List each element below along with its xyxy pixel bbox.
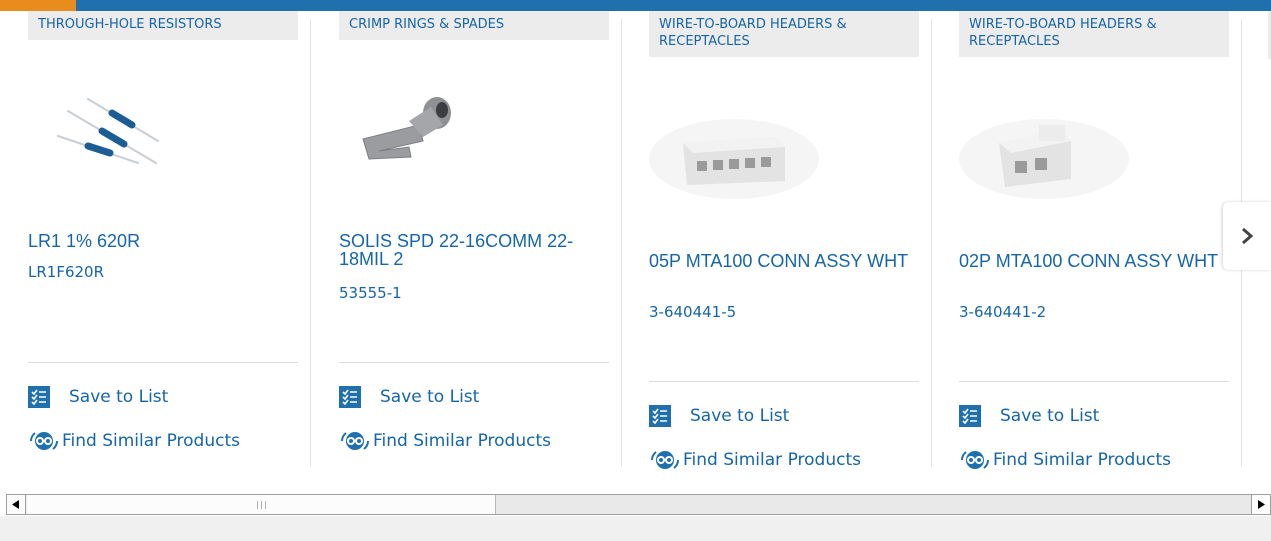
- triangle-left-icon: [12, 500, 19, 509]
- similar-products-icon: [650, 451, 680, 469]
- scrollbar-grip: [256, 500, 266, 509]
- save-to-list-button[interactable]: Save to List: [959, 404, 1099, 428]
- scroll-right-arrow[interactable]: [1251, 495, 1270, 514]
- save-to-list-label: Save to List: [380, 387, 480, 407]
- similar-products-icon: [29, 432, 59, 450]
- product-carousel: THROUGH-HOLE RESISTORS LR1 1% 620R LR1F6…: [0, 11, 1271, 494]
- top-accent-highlight: [0, 0, 76, 11]
- scrollbar-thumb[interactable]: [27, 495, 496, 514]
- product-category[interactable]: CRIMP RINGS & SPADES: [339, 11, 609, 40]
- product-name-link[interactable]: 05P MTA100 CONN ASSY WHT: [649, 252, 919, 270]
- divider: [959, 381, 1229, 382]
- connector-5pos-product-image[interactable]: [649, 97, 919, 217]
- divider: [28, 362, 298, 363]
- product-card: WIRE-TO-BOARD HEADERS & RECEPTACLES 05P …: [621, 11, 932, 471]
- find-similar-label: Find Similar Products: [993, 450, 1171, 470]
- resistor-product-image[interactable]: [28, 81, 298, 201]
- similar-products-icon: [340, 432, 370, 450]
- part-number-link[interactable]: LR1F620R: [28, 263, 104, 281]
- product-card: WIRE-TO-BOARD HEADERS & RECEPTACLES 02P …: [931, 11, 1242, 471]
- similar-products-icon: [960, 451, 990, 469]
- save-to-list-label: Save to List: [69, 387, 169, 407]
- divider: [649, 381, 919, 382]
- product-category[interactable]: WIRE-TO-BOARD HEADERS & RECEPTACLES: [649, 11, 919, 57]
- save-to-list-button[interactable]: Save to List: [649, 404, 789, 428]
- product-name-link[interactable]: LR1 1% 620R: [28, 232, 298, 250]
- find-similar-products-button[interactable]: Find Similar Products: [959, 448, 1171, 472]
- find-similar-label: Find Similar Products: [373, 431, 551, 451]
- checklist-icon: [339, 386, 361, 408]
- product-category[interactable]: THROUGH-HOLE RESISTORS: [28, 11, 298, 40]
- find-similar-products-button[interactable]: Find Similar Products: [28, 429, 240, 453]
- top-accent-bar: [0, 0, 1271, 11]
- find-similar-products-button[interactable]: Find Similar Products: [649, 448, 861, 472]
- product-card: THROUGH-HOLE RESISTORS LR1 1% 620R LR1F6…: [0, 11, 311, 471]
- product-name-link[interactable]: SOLIS SPD 22-16COMM 22-18MIL 2: [339, 232, 609, 268]
- save-to-list-label: Save to List: [1000, 406, 1100, 426]
- part-number-link[interactable]: 3-640441-2: [959, 303, 1046, 321]
- product-card: CRIMP RINGS & SPADES SOLIS SPD 22-16COMM…: [311, 11, 622, 471]
- checklist-icon: [649, 405, 671, 427]
- find-similar-label: Find Similar Products: [62, 431, 240, 451]
- save-to-list-button[interactable]: Save to List: [339, 385, 479, 409]
- horizontal-scrollbar[interactable]: [6, 494, 1271, 515]
- product-name-link[interactable]: 02P MTA100 CONN ASSY WHT: [959, 252, 1229, 270]
- checklist-icon: [959, 405, 981, 427]
- part-number-link[interactable]: 53555-1: [339, 284, 402, 302]
- triangle-right-icon: [1258, 500, 1265, 509]
- save-to-list-button[interactable]: Save to List: [28, 385, 168, 409]
- carousel-next-button[interactable]: [1223, 202, 1271, 270]
- connector-2pos-product-image[interactable]: [959, 97, 1229, 217]
- checklist-icon: [28, 386, 50, 408]
- find-similar-label: Find Similar Products: [683, 450, 861, 470]
- product-category[interactable]: WIRE-TO-BOARD HEADERS & RECEPTACLES: [959, 11, 1229, 57]
- find-similar-products-button[interactable]: Find Similar Products: [339, 429, 551, 453]
- spade-terminal-product-image[interactable]: [339, 81, 609, 201]
- divider: [339, 362, 609, 363]
- page-bottom-area: [0, 516, 1271, 541]
- save-to-list-label: Save to List: [690, 406, 790, 426]
- scroll-left-arrow[interactable]: [7, 495, 26, 514]
- part-number-link[interactable]: 3-640441-5: [649, 303, 736, 321]
- chevron-right-icon: [1242, 227, 1254, 245]
